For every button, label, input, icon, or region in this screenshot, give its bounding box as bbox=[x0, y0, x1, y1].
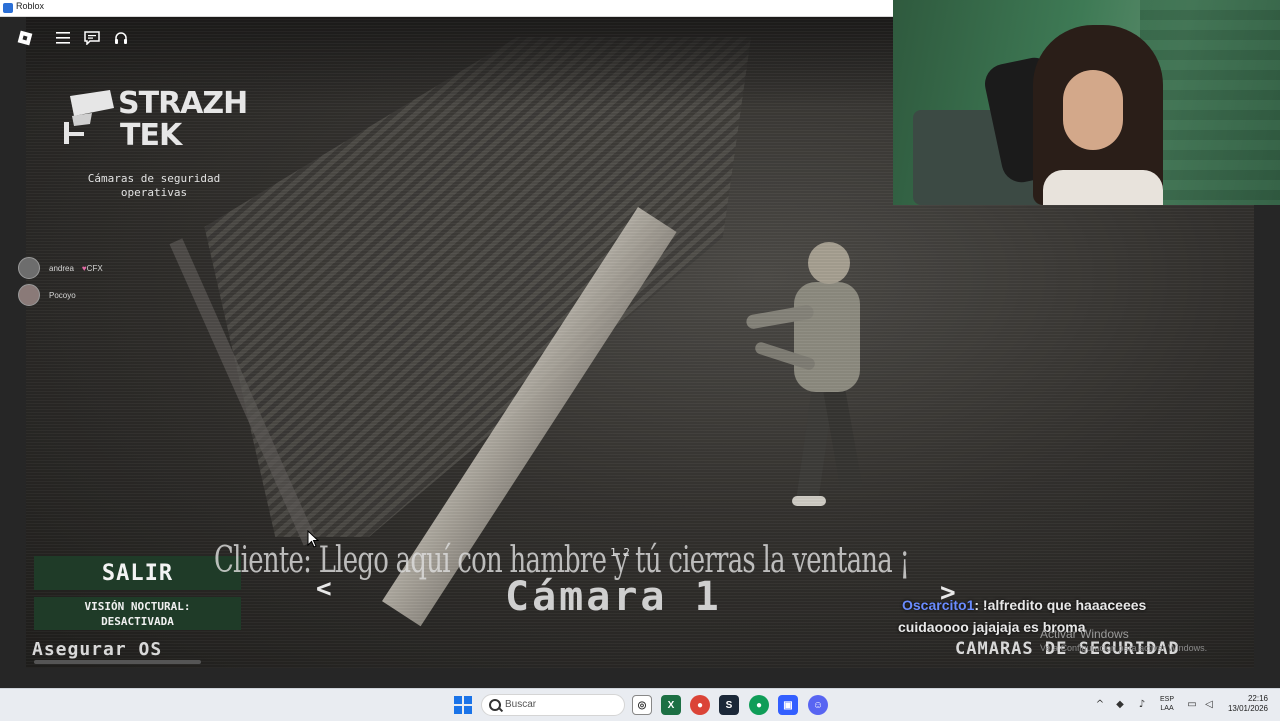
strazhtek-logo: STRAZH TEK bbox=[62, 86, 252, 156]
night-vision-button[interactable]: VISIÓN NOCTURAL: DESACTIVADA bbox=[34, 597, 241, 630]
logo-text-line1: STRAZH bbox=[118, 86, 248, 121]
player-name: andrea bbox=[49, 263, 74, 273]
search-placeholder: Buscar bbox=[505, 699, 537, 710]
tray-chevron-up-icon[interactable]: ^ bbox=[1094, 699, 1106, 711]
language-layout: LAA bbox=[1160, 705, 1174, 712]
avatar bbox=[18, 257, 40, 279]
player-badge: ♥CFX bbox=[82, 264, 103, 273]
chat-message-line1: : !alfredito que haaaceees bbox=[974, 597, 1147, 613]
taskbar-search-box[interactable]: Buscar bbox=[481, 694, 625, 716]
microphone-icon[interactable]: ♪ bbox=[1136, 699, 1148, 711]
player-list-item[interactable]: Pocoyo bbox=[18, 284, 76, 306]
activate-windows-watermark: Activar Windows bbox=[1040, 627, 1129, 641]
chrome-icon[interactable]: ◎ bbox=[632, 695, 652, 715]
roblox-app-icon bbox=[3, 3, 13, 13]
logo-text-line2: TEK bbox=[120, 118, 182, 153]
logo-subtitle-line2: operativas bbox=[120, 186, 188, 199]
logo-subtitle-line1: Cámaras de seguridad bbox=[87, 172, 221, 185]
webcam-overlay bbox=[893, 0, 1280, 205]
player-badge-text: CFX bbox=[86, 263, 103, 273]
network-icon[interactable]: ▭ bbox=[1186, 699, 1198, 711]
logo-subtitle: Cámaras de seguridad operativas bbox=[60, 172, 248, 200]
webcam-person-shirt bbox=[1043, 170, 1163, 205]
headset-icon[interactable] bbox=[110, 28, 132, 48]
discord-icon[interactable]: ☺ bbox=[808, 695, 828, 715]
search-icon bbox=[489, 699, 501, 711]
mouse-cursor-icon bbox=[307, 530, 319, 548]
language-code: ESP bbox=[1160, 696, 1175, 703]
steam-icon[interactable]: S bbox=[719, 695, 739, 715]
previous-camera-button[interactable]: < bbox=[316, 574, 332, 604]
camera-label: Cámara 1 bbox=[505, 574, 722, 620]
avatar bbox=[18, 284, 40, 306]
windows-taskbar: Buscar ◎ X ● S ● ▣ ☺ ^ ◆ ♪ ESP LAA ▭ ◁ 2… bbox=[0, 688, 1280, 721]
salir-button[interactable]: SALIR bbox=[34, 556, 241, 590]
player-name: Pocoyo bbox=[49, 290, 76, 300]
night-vision-state: DESACTIVADA bbox=[101, 614, 174, 628]
activate-windows-hint: Ve a Configuración para activar Windows. bbox=[1040, 643, 1208, 653]
clock-time: 22:16 bbox=[1247, 694, 1268, 703]
security-camera-icon bbox=[64, 90, 114, 144]
menu-icon[interactable] bbox=[52, 28, 74, 48]
asegurar-progress-bar bbox=[34, 660, 201, 664]
windows-start-icon[interactable] bbox=[453, 695, 473, 715]
window-title-bar[interactable]: Roblox bbox=[0, 0, 893, 17]
excel-icon[interactable]: X bbox=[661, 695, 681, 715]
clock-date: 13/01/2026 bbox=[1227, 704, 1268, 713]
chrome-icon[interactable]: ● bbox=[690, 695, 710, 715]
volume-icon[interactable]: ◁ bbox=[1203, 699, 1215, 711]
language-indicator[interactable]: ESP LAA bbox=[1160, 695, 1174, 713]
chat-username: Oscarcito1 bbox=[902, 597, 975, 613]
night-vision-label: VISIÓN NOCTURAL: bbox=[84, 599, 191, 613]
window-title: Roblox bbox=[16, 1, 45, 11]
webcam-person-face bbox=[1063, 70, 1123, 150]
chrome-icon[interactable]: ● bbox=[749, 695, 769, 715]
chat-icon[interactable] bbox=[81, 28, 103, 48]
taskbar-clock[interactable]: 22:16 13/01/2026 bbox=[1222, 694, 1268, 714]
camera-marker: 1 2 bbox=[610, 546, 630, 559]
roblox-icon[interactable]: ▣ bbox=[778, 695, 798, 715]
roblox-logo-icon[interactable] bbox=[14, 28, 36, 48]
tray-app-icon[interactable]: ◆ bbox=[1114, 699, 1126, 711]
player-list-item[interactable]: andrea ♥CFX bbox=[18, 257, 103, 279]
asegurar-os-button[interactable]: Asegurar OS bbox=[32, 639, 162, 660]
